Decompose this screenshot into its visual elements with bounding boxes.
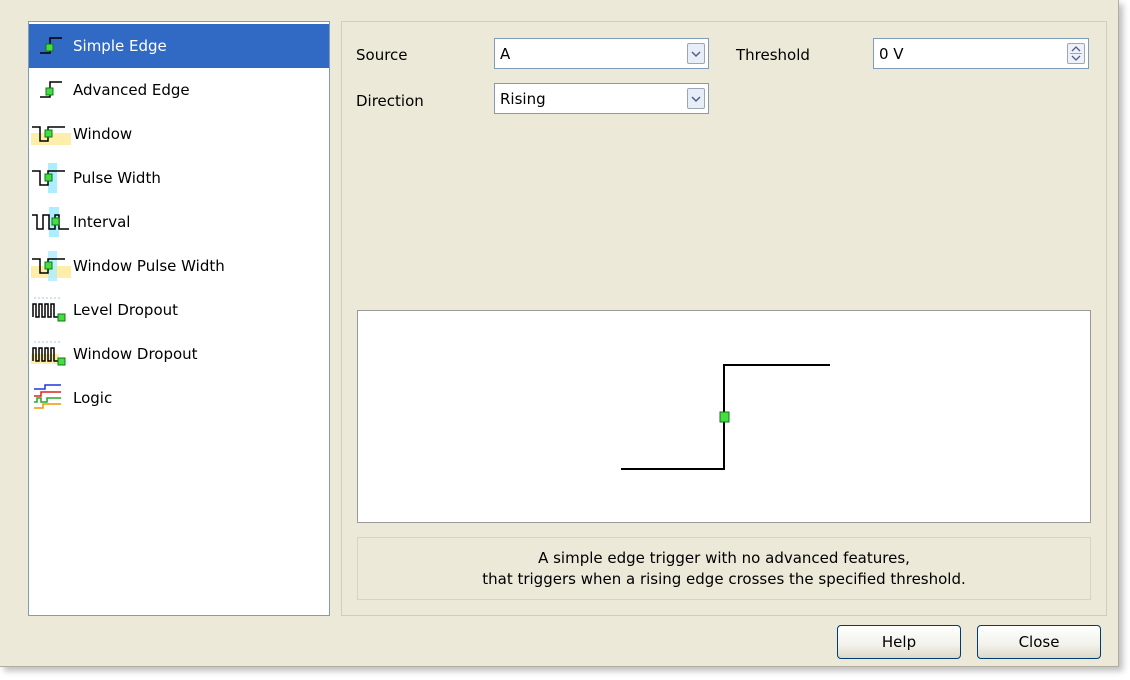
help-button[interactable]: Help	[837, 625, 961, 659]
list-item-label: Pulse Width	[73, 169, 161, 187]
threshold-label: Threshold	[736, 46, 810, 64]
spin-arrows-icon[interactable]	[1067, 43, 1085, 64]
direction-label: Direction	[356, 92, 424, 110]
trigger-point-marker	[719, 411, 730, 423]
window-pulse-width-icon	[29, 249, 73, 283]
list-item-window-dropout[interactable]: Window Dropout	[29, 332, 329, 376]
pulse-width-icon	[29, 161, 73, 195]
list-item-label: Interval	[73, 213, 131, 231]
close-button[interactable]: Close	[977, 625, 1101, 659]
chevron-down-icon[interactable]	[687, 43, 705, 64]
source-dropdown[interactable]: A	[494, 38, 709, 69]
list-item-label: Simple Edge	[73, 37, 167, 55]
interval-icon	[29, 205, 73, 239]
level-dropout-icon	[29, 293, 73, 327]
trigger-dialog: Simple Edge Advanced Edge Window Pulse W…	[0, 0, 1119, 667]
description-line-2: that triggers when a rising edge crosses…	[482, 569, 966, 588]
list-item-label: Window	[73, 125, 133, 143]
direction-dropdown[interactable]: Rising	[494, 83, 709, 114]
list-item-simple-edge[interactable]: Simple Edge	[29, 24, 329, 68]
direction-value: Rising	[500, 90, 546, 108]
list-item-label: Level Dropout	[73, 301, 179, 319]
trigger-description: A simple edge trigger with no advanced f…	[357, 537, 1091, 600]
list-item-advanced-edge[interactable]: Advanced Edge	[29, 68, 329, 112]
advanced-edge-icon	[29, 73, 73, 107]
list-item-level-dropout[interactable]: Level Dropout	[29, 288, 329, 332]
window-dropout-icon	[29, 337, 73, 371]
list-item-label: Advanced Edge	[73, 81, 190, 99]
chevron-down-icon[interactable]	[687, 88, 705, 109]
list-item-window[interactable]: Window	[29, 112, 329, 156]
list-item-label: Window Pulse Width	[73, 257, 225, 275]
logic-icon	[29, 381, 73, 415]
simple-edge-icon	[29, 29, 73, 63]
window-icon	[29, 117, 73, 151]
trigger-preview	[357, 310, 1091, 523]
list-item-window-pulse-width[interactable]: Window Pulse Width	[29, 244, 329, 288]
list-item-label: Window Dropout	[73, 345, 198, 363]
list-item-pulse-width[interactable]: Pulse Width	[29, 156, 329, 200]
list-item-label: Logic	[73, 389, 113, 407]
rising-edge-diagram	[621, 364, 830, 470]
list-item-logic[interactable]: Logic	[29, 376, 329, 420]
description-line-1: A simple edge trigger with no advanced f…	[538, 548, 910, 567]
trigger-type-list[interactable]: Simple Edge Advanced Edge Window Pulse W…	[28, 21, 330, 616]
list-item-interval[interactable]: Interval	[29, 200, 329, 244]
threshold-spinbox[interactable]: 0 V	[873, 38, 1089, 69]
threshold-value: 0 V	[879, 45, 904, 63]
source-label: Source	[356, 46, 408, 64]
source-value: A	[500, 45, 511, 63]
